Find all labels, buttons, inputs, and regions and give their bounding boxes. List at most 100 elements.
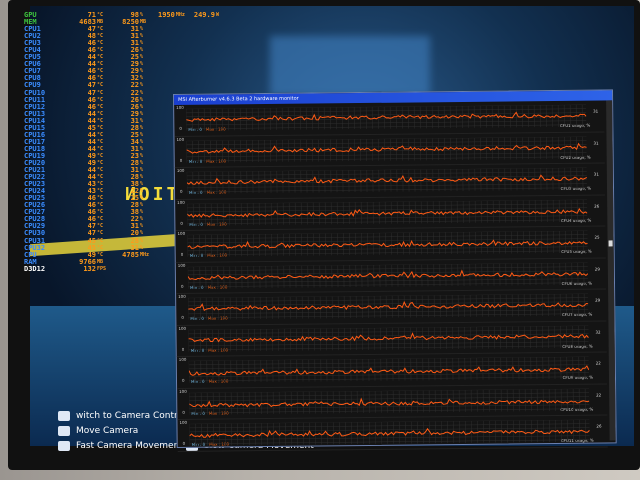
graph-plot [186, 167, 588, 194]
unit: °C [97, 223, 104, 230]
unit: MB [97, 19, 104, 26]
graph-plot [189, 388, 590, 415]
graph-panel[interactable]: 100 0 Min : 0 Max : 100 CPU11 usage, % 26 [177, 415, 608, 452]
graph-plot [189, 419, 590, 446]
osd-cpu-row: CPU1 47 °C 31% [24, 26, 228, 33]
unit: °C [97, 138, 104, 145]
unit: % [140, 75, 144, 82]
scrollbar-thumb[interactable] [608, 240, 613, 247]
unit: °C [97, 216, 104, 223]
graph-list: 100 0 Min : 0 Max : 100 CPU1 usage, % 31 1… [174, 100, 608, 452]
unit: °C [97, 188, 104, 195]
graph-panel[interactable]: 100 0 Min : 0 Max : 100 CPU6 usage, % 29 [175, 257, 607, 294]
y-max-label: 100 [176, 136, 185, 142]
gpu-power: 249.9 [193, 11, 215, 19]
y-max-label: 100 [179, 388, 187, 394]
graph-panel[interactable]: 100 0 Min : 0 Max : 100 CPU8 usage, % 32 [176, 320, 607, 357]
graph-panel[interactable]: 100 0 Min : 0 Max : 100 CPU2 usage, % 31 [174, 131, 605, 168]
hint-camera-controls: witch to Camera Controls [58, 408, 190, 423]
graph-plot [186, 136, 587, 163]
y-min-label: 0 [179, 125, 182, 131]
shift-key-icon [58, 440, 70, 451]
unit: % [140, 216, 144, 223]
unit: °C [97, 26, 104, 33]
grid-line [188, 293, 589, 299]
unit: % [140, 110, 144, 117]
unit: % [140, 138, 144, 145]
graph-current-value: 25 [594, 234, 600, 240]
grid-line [186, 136, 587, 141]
unit: % [140, 26, 144, 33]
osd-cpu-row: CPU3 46 °C 31% [24, 40, 228, 47]
grid-line [187, 262, 588, 267]
unit: % [140, 103, 144, 110]
graph-panel[interactable]: 100 0 Min : 0 Max : 100 CPU3 usage, % 31 [174, 163, 606, 200]
osd-mem-row: MEM 4683 MB 8250 MB [24, 18, 228, 26]
unit: % [140, 96, 144, 103]
unit: °C [97, 131, 104, 138]
unit: % [140, 202, 144, 209]
y-min-label: 0 [180, 251, 184, 257]
unit: °C [97, 110, 104, 117]
unit: MB [140, 19, 147, 26]
hint-move-camera: Move Camera [58, 423, 190, 438]
y-max-label: 100 [177, 262, 186, 268]
gpu-clock: 1950 [158, 11, 175, 19]
unit: °C [97, 145, 104, 152]
unit: °C [97, 209, 104, 216]
osd-cpu-row: CPU2 48 °C 31% [24, 33, 228, 40]
unit: % [140, 209, 144, 216]
unit: °C [97, 195, 104, 202]
graph-plot [188, 356, 590, 383]
y-min-label: 0 [180, 283, 184, 289]
hardware-monitor-window[interactable]: MSI Afterburner v4.6.3 Beta 2 hardware m… [173, 89, 617, 452]
y-min-label: 0 [182, 440, 186, 446]
graph-panel[interactable]: 100 0 Min : 0 Max : 100 CPU5 usage, % 25 [175, 226, 606, 263]
osd-label: D3D12 [24, 264, 46, 273]
unit: % [140, 223, 144, 230]
unit: % [140, 61, 144, 68]
grid-line [187, 230, 588, 236]
unit: % [140, 82, 144, 89]
unit: % [140, 159, 144, 166]
graph-panel[interactable]: 100 0 Min : 0 Max : 100 CPU10 usage, % 22 [177, 383, 608, 420]
unit: °C [97, 251, 104, 258]
unit: MHz [140, 251, 150, 258]
y-max-label: 100 [178, 325, 187, 331]
unit: °C [97, 117, 104, 124]
graph-plot [188, 325, 589, 352]
y-max-label: 100 [179, 419, 188, 425]
graph-current-value: 32 [595, 329, 601, 335]
graph-current-value: 31 [593, 171, 599, 177]
unit: % [140, 54, 144, 61]
graph-current-value: 31 [593, 108, 599, 114]
y-min-label: 0 [181, 346, 185, 352]
unit: °C [97, 96, 104, 103]
graph-panel[interactable]: 100 0 Min : 0 Max : 100 CPU7 usage, % 29 [176, 289, 607, 326]
grid-line [189, 388, 590, 393]
graph-current-value: 31 [593, 140, 599, 146]
key-icon [58, 410, 70, 421]
graph-current-value: 29 [594, 266, 600, 272]
y-max-label: 100 [177, 230, 186, 236]
unit: °C [97, 47, 104, 54]
hint-label: witch to Camera Controls [76, 410, 191, 421]
graph-panel[interactable]: 100 0 Min : 0 Max : 100 CPU4 usage, % 26 [175, 194, 606, 231]
graph-panel[interactable]: 100 0 Min : 0 Max : 100 CPU9 usage, % 22 [176, 352, 608, 389]
unit: °C [97, 152, 104, 159]
unit: % [140, 167, 144, 174]
y-min-label: 0 [182, 409, 185, 415]
unit: °C [97, 181, 104, 188]
graph-plot [186, 104, 587, 131]
grid-line [189, 419, 590, 425]
hint-label: Fast Camera Movement [76, 440, 183, 451]
unit: °C [97, 82, 104, 89]
unit: % [140, 131, 144, 138]
unit: % [140, 68, 144, 75]
y-min-label: 0 [180, 220, 183, 226]
y-min-label: 0 [181, 377, 185, 383]
graph-panel[interactable]: 100 0 Min : 0 Max : 100 CPU1 usage, % 31 [174, 100, 605, 137]
graph-current-value: 22 [596, 392, 602, 398]
graph-current-value: 22 [595, 360, 601, 366]
unit: °C [97, 75, 104, 82]
